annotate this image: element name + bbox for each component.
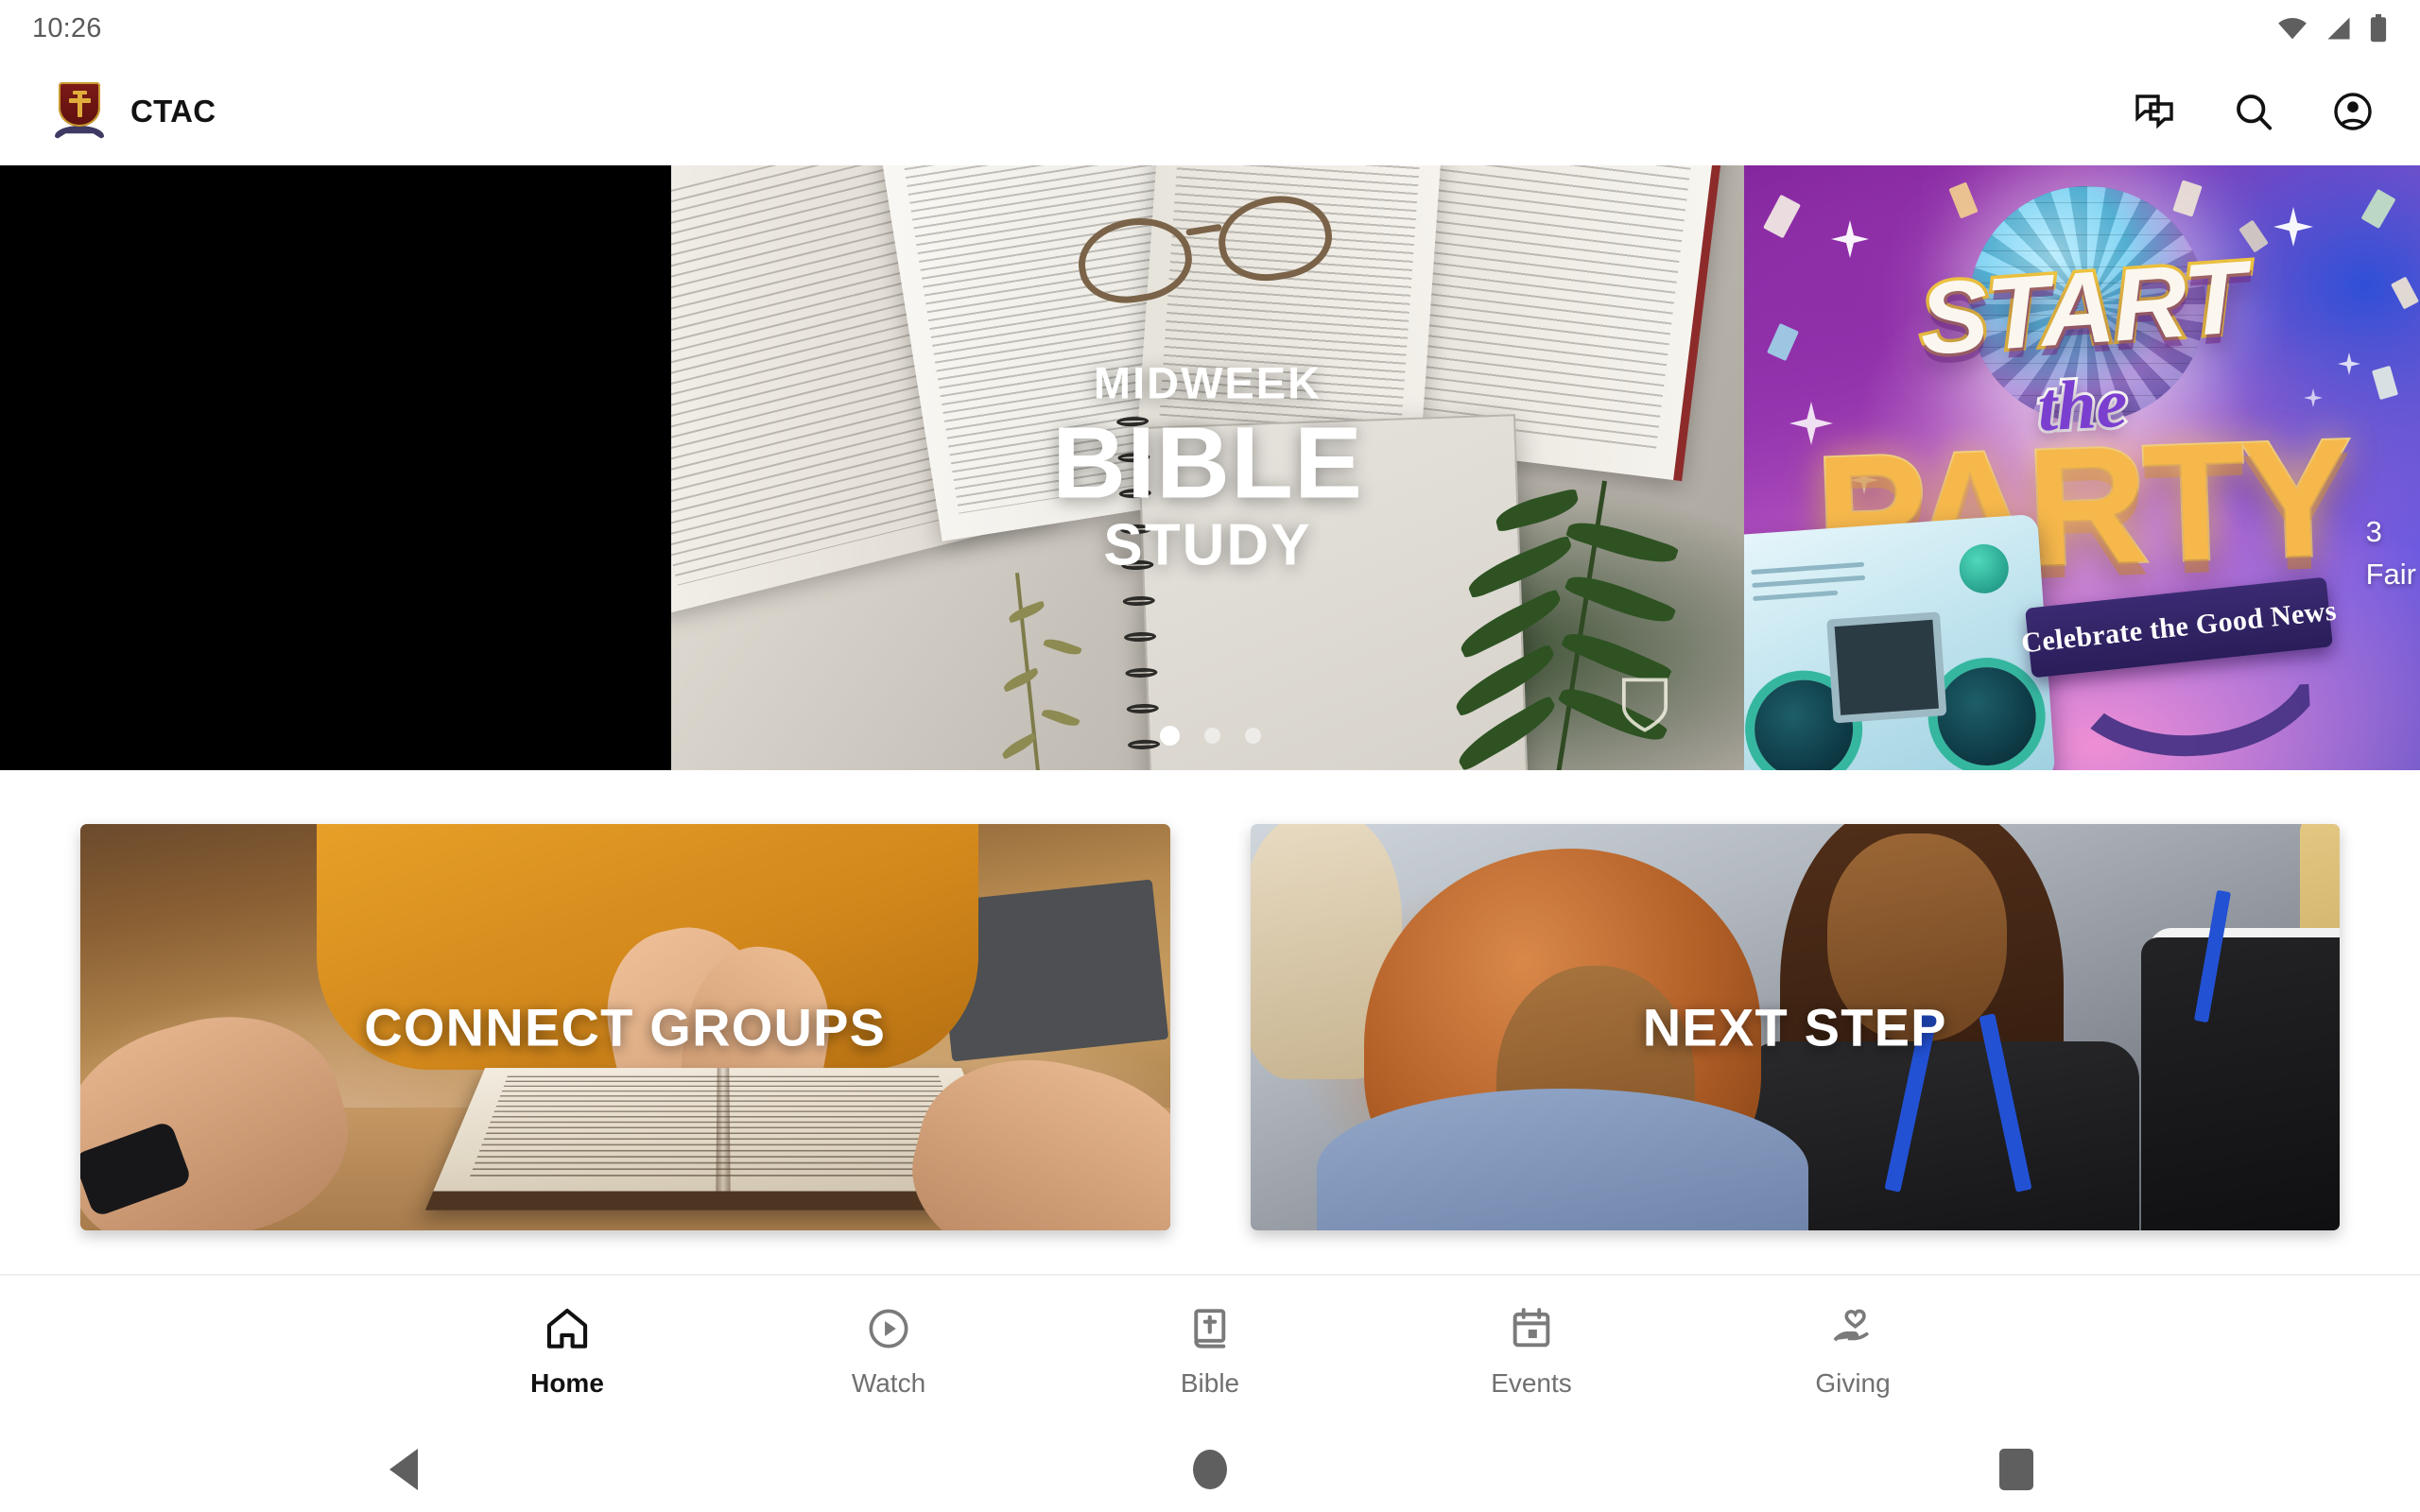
status-bar-icons — [2276, 14, 2388, 43]
status-time: 10:26 — [32, 12, 102, 43]
calendar-icon — [1512, 1308, 1550, 1348]
wifi-icon — [2278, 18, 2307, 40]
card-connect-groups-label: CONNECT GROUPS — [364, 997, 887, 1057]
party-word-the: the — [2032, 362, 2132, 450]
nav-label-home: Home — [530, 1368, 604, 1398]
search-icon[interactable] — [2230, 88, 2277, 135]
triangle-back-icon — [389, 1449, 418, 1490]
bottom-nav: Home Watch Bible Events Giving — [0, 1274, 2420, 1427]
nav-label-bible: Bible — [1180, 1368, 1240, 1398]
status-bar: 10:26 — [0, 0, 2420, 57]
party-ribbon-text: Celebrate the Good News — [2019, 594, 2339, 660]
app-screen: 10:26 CTAC MIDWEEK BIBLE STUDY START the… — [0, 0, 2420, 1512]
carousel-dot-2[interactable] — [1203, 728, 1220, 744]
app-header-actions — [2131, 88, 2377, 135]
nav-item-watch[interactable]: Watch — [728, 1304, 1049, 1399]
party-word-start: START — [1912, 236, 2253, 380]
bible-book-icon — [1194, 1309, 1226, 1349]
hand-heart-icon — [1833, 1309, 1869, 1342]
home-icon — [546, 1308, 588, 1349]
hero-title-line-1: MIDWEEK — [1093, 357, 1322, 408]
circle-home-icon — [1192, 1450, 1227, 1489]
feature-card-row: CONNECT GROUPS NEXT STEP — [0, 824, 2420, 1278]
nav-item-bible[interactable]: Bible — [1049, 1304, 1371, 1399]
nav-item-giving[interactable]: Giving — [1692, 1304, 2014, 1399]
android-recents-button[interactable] — [1950, 1427, 2083, 1512]
nav-item-home[interactable]: Home — [406, 1304, 728, 1399]
hero-slide-blank[interactable] — [0, 165, 671, 770]
ctac-crest-logo — [55, 81, 104, 141]
hero-slide-title: MIDWEEK BIBLE STUDY — [671, 360, 1744, 575]
hero-carousel-track: MIDWEEK BIBLE STUDY START the PARTY Cele… — [0, 165, 2420, 770]
battery-icon — [2370, 14, 2387, 43]
square-recents-icon — [1999, 1449, 2034, 1490]
account-circle-icon[interactable] — [2329, 88, 2377, 135]
nav-label-giving: Giving — [1815, 1368, 1891, 1398]
card-connect-groups[interactable]: CONNECT GROUPS — [80, 824, 1170, 1230]
party-side-line-2: Fair — [2365, 557, 2416, 591]
party-side-text: 3 Fair — [2366, 511, 2416, 596]
card-next-step[interactable]: NEXT STEP — [1250, 824, 2340, 1230]
cell-signal-icon — [2327, 17, 2350, 40]
hero-title-line-3: STUDY — [1103, 512, 1312, 578]
party-side-line-1: 3 — [2365, 515, 2382, 548]
nav-label-watch: Watch — [851, 1368, 926, 1398]
android-system-nav — [0, 1427, 2420, 1512]
android-home-button[interactable] — [1144, 1427, 1276, 1512]
hero-slide-start-the-party[interactable]: START the PARTY Celebrate the Good News … — [1744, 165, 2420, 770]
chat-icon[interactable] — [2131, 88, 2178, 135]
hero-slide-bible-study[interactable]: MIDWEEK BIBLE STUDY — [671, 165, 1744, 770]
carousel-dot-3[interactable] — [1244, 728, 1261, 744]
carousel-dot-1[interactable] — [1159, 726, 1180, 746]
brand-name: CTAC — [130, 93, 216, 129]
android-back-button[interactable] — [337, 1427, 470, 1512]
hero-title-line-2: BIBLE — [1052, 404, 1363, 520]
carousel-dots — [0, 726, 2420, 746]
card-next-step-label: NEXT STEP — [1642, 997, 1947, 1057]
hero-carousel[interactable]: MIDWEEK BIBLE STUDY START the PARTY Cele… — [0, 165, 2420, 770]
app-header: CTAC — [0, 57, 2420, 165]
brand-block[interactable]: CTAC — [55, 81, 216, 141]
play-circle-icon — [869, 1309, 908, 1349]
nav-item-events[interactable]: Events — [1371, 1304, 1692, 1399]
nav-label-events: Events — [1491, 1368, 1572, 1398]
shield-outline-icon — [1621, 678, 1668, 732]
